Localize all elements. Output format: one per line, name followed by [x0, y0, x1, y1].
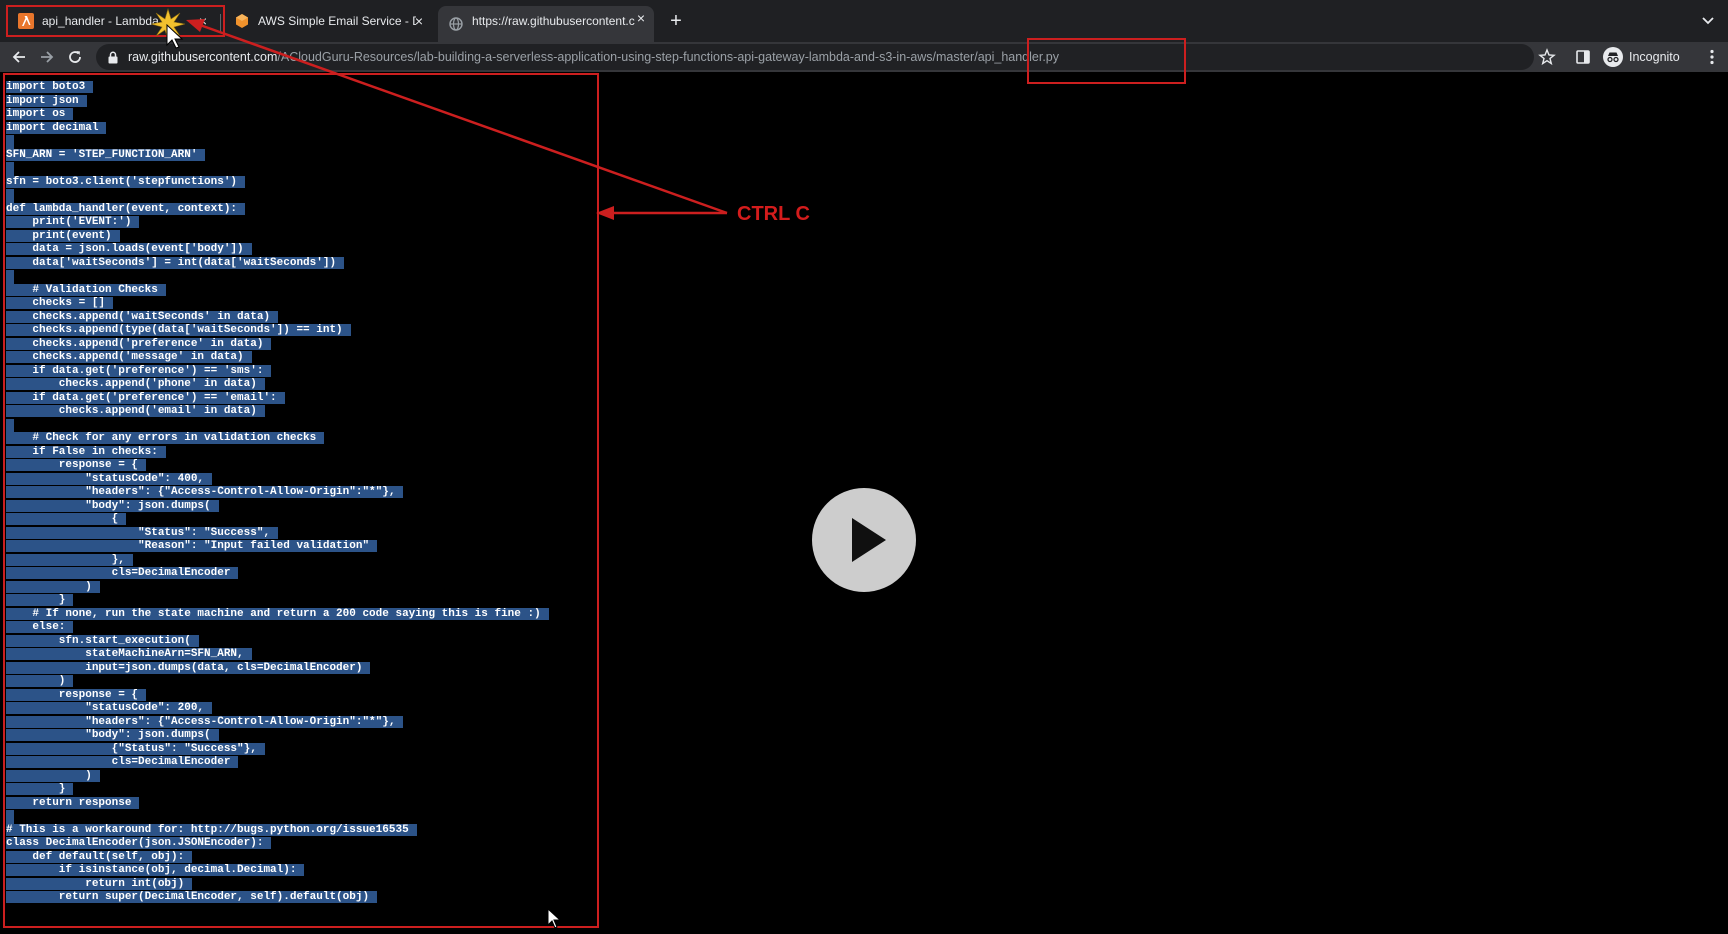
back-arrow-icon[interactable]: [8, 46, 30, 68]
close-tab-icon[interactable]: ×: [412, 14, 426, 28]
lock-icon[interactable]: [106, 50, 120, 64]
tab-raw-githubusercontent[interactable]: https://raw.githubusercontent.c ×: [438, 6, 654, 42]
more-menu-icon[interactable]: [1704, 48, 1720, 66]
tab-search-chevron-icon[interactable]: [1698, 11, 1718, 31]
new-tab-button[interactable]: +: [664, 10, 688, 34]
url-path: /ACloudGuru-Resources/lab-building-a-ser…: [277, 50, 1060, 64]
tab-title: https://raw.githubusercontent.c: [472, 14, 635, 28]
incognito-icon: [1603, 47, 1623, 67]
forward-arrow-icon[interactable]: [36, 46, 58, 68]
bookmark-star-icon[interactable]: [1537, 47, 1557, 67]
url-host: raw.githubusercontent.com: [128, 50, 278, 64]
incognito-label: Incognito: [1629, 50, 1680, 64]
url-text[interactable]: raw.githubusercontent.com/ACloudGuru-Res…: [128, 50, 1059, 64]
side-panel-icon[interactable]: [1574, 48, 1592, 66]
incognito-indicator[interactable]: Incognito: [1603, 46, 1680, 68]
tab-highlight-box: [6, 5, 225, 37]
tab-strip: api_handler - Lambda × AWS Simple Email …: [0, 0, 1728, 42]
tab-title: AWS Simple Email Service - De: [258, 14, 416, 28]
video-play-button[interactable]: [812, 488, 916, 592]
close-tab-icon[interactable]: ×: [634, 11, 648, 25]
reload-icon[interactable]: [64, 46, 86, 68]
url-highlight-box: [1027, 38, 1186, 84]
browser-toolbar: raw.githubusercontent.com/ACloudGuru-Res…: [0, 42, 1728, 72]
ctrl-c-annotation-label: CTRL C: [737, 203, 810, 225]
tab-aws-ses[interactable]: AWS Simple Email Service - De ×: [224, 6, 432, 36]
code-highlight-box: [3, 73, 599, 928]
address-bar[interactable]: raw.githubusercontent.com/ACloudGuru-Res…: [96, 44, 1534, 70]
globe-icon: [448, 16, 464, 32]
aws-ses-icon: [234, 13, 250, 29]
